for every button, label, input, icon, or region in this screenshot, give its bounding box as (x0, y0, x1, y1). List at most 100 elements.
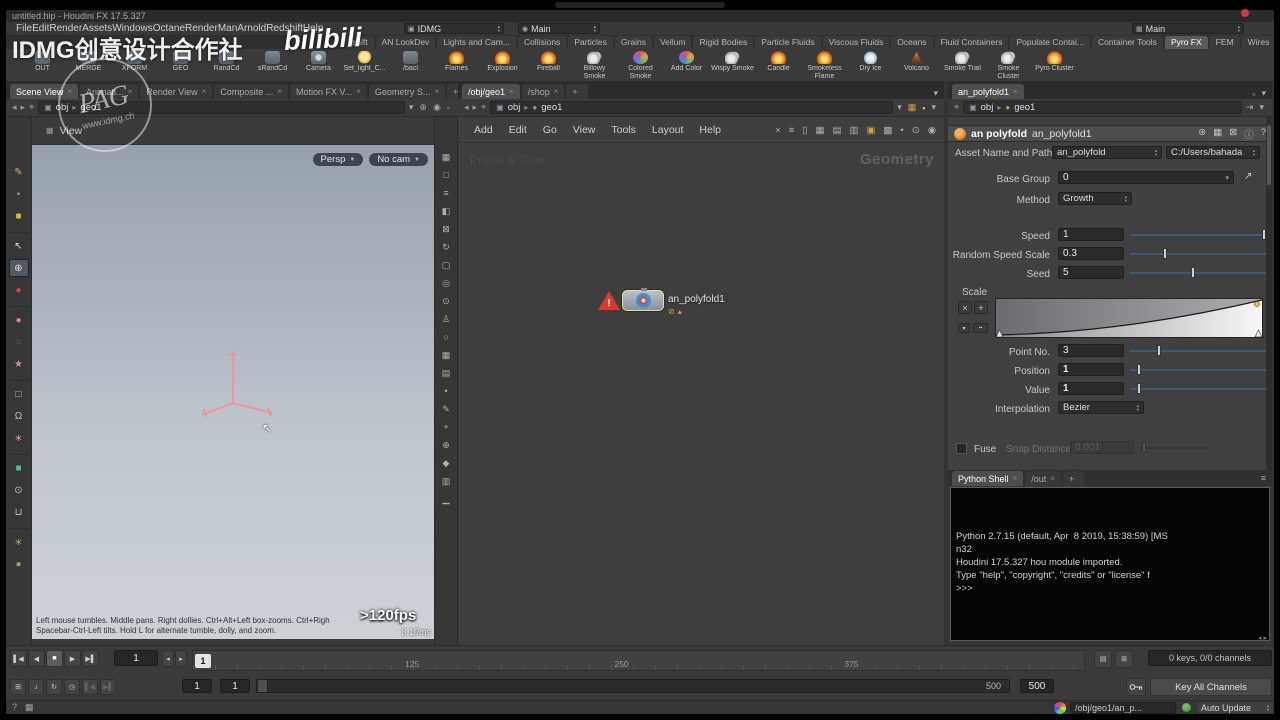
shelf-tool[interactable]: XFORM (112, 49, 157, 81)
shelf-tab[interactable]: Populate Contai... (1010, 36, 1091, 49)
step-forward-icon[interactable]: ▶▌ (100, 679, 116, 695)
python-console[interactable]: Python 2.7.15 (default, Apr 8 2019, 15:3… (950, 487, 1270, 641)
pane-tab[interactable]: Animati... × (80, 84, 139, 99)
diamond-icon[interactable]: ◆ (438, 455, 454, 471)
shelf-tool[interactable]: Fireball (526, 49, 571, 81)
close-icon[interactable]: × (1013, 474, 1018, 483)
asset-path-combo[interactable]: C:/Users/bahada ▴ ▾ (1166, 146, 1260, 159)
dropdown-icon[interactable]: ▾ (1259, 102, 1264, 113)
pane-tab[interactable]: an_polyfold1 × (952, 84, 1024, 99)
menu-item[interactable]: Assets (82, 23, 112, 34)
spinner-icon[interactable]: ▴ ▾ (1155, 148, 1157, 157)
axis-icon[interactable]: ⊕ (419, 102, 427, 113)
frame-icon[interactable]: ▢ (438, 257, 454, 273)
pane-menu-icon[interactable]: ▾ (1261, 88, 1266, 99)
range-start-field[interactable]: 1 (182, 679, 212, 693)
separator[interactable] (9, 229, 28, 233)
shade-mode-icon[interactable]: ◧ (438, 203, 454, 219)
menu-item[interactable]: Redshift (266, 23, 303, 34)
stopwatch-icon[interactable]: ◷ (64, 679, 80, 695)
fuse-checkbox[interactable] (956, 443, 967, 454)
shelf-tool[interactable]: Volcano (894, 49, 939, 81)
select-target-icon[interactable]: ◎ (438, 275, 454, 291)
multi-snap-icon[interactable]: ▤ (438, 365, 454, 381)
shelf-tab[interactable]: Particles (568, 36, 613, 49)
key-all-channels-button[interactable]: Key All Channels (1150, 678, 1272, 696)
help-icon[interactable]: ? (12, 702, 17, 713)
ramp-view-toggle-icon[interactable]: ▪▪ (973, 323, 988, 333)
ring-tool-icon[interactable]: ○ (9, 333, 29, 351)
dock-icon[interactable]: ▁ (438, 491, 454, 507)
network-menu-item[interactable]: Tools (611, 124, 636, 136)
back-icon[interactable]: ◂ (12, 102, 17, 113)
pane-menu-icon[interactable]: ≡ (1261, 473, 1266, 483)
network-menu-item[interactable]: Go (543, 124, 557, 136)
geometry-tool-icon[interactable]: ■ (9, 207, 29, 225)
pin-icon[interactable]: ⌖ (954, 102, 959, 113)
close-icon[interactable]: × (554, 87, 559, 96)
pane-tab[interactable]: Render View × (140, 84, 213, 99)
spinner-icon[interactable]: ▴ ▾ (1125, 194, 1127, 203)
shelf-tab[interactable]: Vellum (653, 36, 692, 49)
stop-button[interactable]: ■ (46, 650, 63, 667)
current-frame-marker[interactable]: 1 (195, 654, 211, 668)
forward-icon[interactable]: ▸ (21, 102, 26, 113)
scale-ramp-widget[interactable] (995, 298, 1263, 338)
perf-chart-icon[interactable]: ▤ (1094, 650, 1112, 668)
pane-tab[interactable]: /out × (1025, 471, 1061, 486)
flag-icon[interactable]: ▪ (447, 103, 450, 113)
back-icon[interactable]: ◂ (464, 102, 469, 113)
range-end-field[interactable]: 500 (1020, 679, 1054, 693)
shelf-tab[interactable]: Oceans (891, 36, 933, 49)
pane-tab[interactable]: Composite ... × (214, 84, 288, 99)
pane-float-icon[interactable]: ▫ (1252, 89, 1255, 99)
current-frame-field[interactable]: 1 (114, 650, 158, 666)
play-button[interactable]: ▶ (64, 650, 81, 667)
menu-item[interactable]: Render (49, 23, 82, 34)
realtime-icon[interactable]: ⊞ (10, 679, 26, 695)
grid-snap-icon[interactable]: ▦ (438, 347, 454, 363)
menu-icon[interactable]: ▾ (931, 102, 936, 113)
pane-tab[interactable]: + (1062, 471, 1085, 486)
dropdown-icon[interactable]: ▾ (897, 102, 902, 113)
close-icon[interactable]: × (67, 87, 72, 96)
close-icon[interactable]: × (202, 87, 207, 96)
close-icon[interactable]: × (1013, 87, 1018, 96)
view-tool-icon[interactable]: ■ (9, 459, 29, 477)
shelf-tab[interactable]: FEM (1209, 36, 1240, 49)
shelf-tab[interactable]: Container Tools (1092, 36, 1163, 49)
shelf-tool[interactable]: Smoke Cluster (986, 49, 1031, 81)
range-handle-left[interactable] (258, 680, 268, 692)
separator[interactable] (9, 525, 28, 529)
dot-icon[interactable]: • (900, 125, 903, 136)
pane-tab[interactable]: + (566, 84, 588, 99)
shelf-tab[interactable]: Fluid Containers (934, 36, 1009, 49)
move-tool-icon[interactable]: ⊕ (8, 259, 29, 277)
pane-tab[interactable]: Scene View × (10, 84, 79, 99)
plus-icon[interactable]: + (438, 419, 454, 435)
star-tool-icon[interactable]: ★ (9, 355, 29, 373)
palette-icon[interactable]: ▦ (908, 102, 917, 113)
pane-split-icon[interactable]: ▦ (438, 149, 454, 165)
frame-back-icon[interactable]: ◂ (162, 650, 174, 667)
projection-dropdown[interactable]: Persp ▼ (312, 153, 364, 166)
draw-icon[interactable]: ✎ (438, 401, 454, 417)
method-dropdown[interactable]: Growth ▴ ▾ (1058, 192, 1132, 205)
select-tool-icon[interactable]: ↖ (9, 237, 29, 255)
spinner-icon[interactable]: ▴ ▾ (594, 24, 596, 33)
breadcrumb-node[interactable]: geo1 (1014, 102, 1035, 113)
menu-item[interactable]: Octane (153, 23, 185, 34)
shelf-tool[interactable]: MERGE (66, 49, 111, 81)
random-speed-scale-slider[interactable] (1130, 247, 1266, 260)
camera-icon[interactable]: ◉ (928, 125, 936, 136)
point-no-field[interactable]: 3 (1058, 344, 1124, 357)
network-menu-item[interactable]: Add (474, 124, 493, 136)
keyframe-icon[interactable]: ⊞ (1115, 650, 1133, 668)
pin-icon[interactable]: ⌖ (481, 102, 486, 113)
shelf-tab[interactable]: Collisions (517, 36, 567, 49)
close-icon[interactable]: × (509, 87, 514, 96)
shelf-tool[interactable]: Candle (756, 49, 801, 81)
columns-icon[interactable]: ▥ (849, 125, 858, 136)
pane-tab[interactable]: /obj/geo1 × (462, 84, 520, 99)
node-body[interactable] (622, 288, 664, 311)
